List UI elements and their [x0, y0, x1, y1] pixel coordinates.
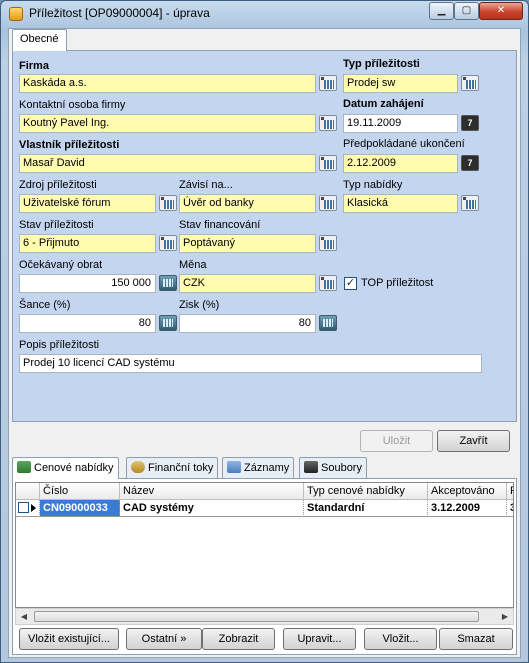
table-row-nazev[interactable]: CAD systémy — [120, 500, 304, 517]
show-button[interactable]: Zobrazit — [202, 628, 275, 650]
zisk-field[interactable]: 80 — [179, 314, 316, 333]
popis-field[interactable]: Prodej 10 licencí CAD systému — [19, 354, 482, 373]
sance-calculator-icon[interactable] — [159, 315, 177, 331]
zdroj-field[interactable]: Uživatelské fórum — [19, 194, 156, 213]
title-bar: Příležitost [OP09000004] - úprava ▁ ▢ ✕ — [1, 1, 528, 27]
edit-button[interactable]: Upravit... — [283, 628, 356, 650]
datum-field[interactable]: 19.11.2009 — [343, 114, 458, 133]
money-flow-icon — [131, 461, 145, 473]
detail-section: Cenové nabídky Finanční toky Záznamy Sou… — [9, 457, 520, 657]
horizontal-scrollbar[interactable]: ◀ ▶ — [15, 608, 514, 625]
zavisi-label: Závisí na... — [179, 179, 233, 191]
insert-button[interactable]: Vložit... — [364, 628, 437, 650]
stav-picker-icon[interactable] — [159, 235, 177, 251]
window-title: Příležitost [OP09000004] - úprava — [29, 6, 210, 20]
zavisi-field[interactable]: Úvěr od banky — [179, 194, 316, 213]
typ-label: Typ příležitosti — [343, 58, 420, 70]
financovani-label: Stav financování — [179, 219, 261, 231]
mena-field[interactable]: CZK — [179, 274, 316, 293]
general-panel: Firma Kaskáda a.s. Kontaktní osoba firmy… — [12, 50, 517, 422]
scroll-right-icon[interactable]: ▶ — [498, 610, 512, 623]
tab-cenove-nabidky[interactable]: Cenové nabídky — [12, 457, 119, 479]
window: Příležitost [OP09000004] - úprava ▁ ▢ ✕ … — [0, 0, 529, 663]
close-button[interactable]: ✕ — [479, 2, 523, 20]
grid-header-select — [16, 483, 40, 500]
offers-grid[interactable]: Číslo Název Typ cenové nabídky Akceptová… — [15, 482, 514, 608]
obrat-calculator-icon[interactable] — [159, 275, 177, 291]
close-form-button[interactable]: Zavřít — [437, 430, 510, 452]
firma-picker-icon[interactable] — [319, 75, 337, 91]
stav-label: Stav příležitosti — [19, 219, 94, 231]
grid-header-cislo[interactable]: Číslo — [40, 483, 120, 500]
popis-label: Popis příležitosti — [19, 339, 100, 351]
minimize-button[interactable]: ▁ — [429, 2, 454, 20]
stav-field[interactable]: 6 - Přijmuto — [19, 234, 156, 253]
grid-header-nazev[interactable]: Název — [120, 483, 304, 500]
table-row-select[interactable] — [16, 500, 40, 517]
save-button[interactable]: Uložit — [360, 430, 433, 452]
typ-picker-icon[interactable] — [461, 75, 479, 91]
table-row-p[interactable]: 3 — [507, 500, 513, 517]
financovani-picker-icon[interactable] — [319, 235, 337, 251]
records-icon — [227, 461, 241, 473]
ukonceni-calendar-icon[interactable]: 7 — [461, 155, 479, 171]
ukonceni-field[interactable]: 2.12.2009 — [343, 154, 458, 173]
sance-field[interactable]: 80 — [19, 314, 156, 333]
client-area: Obecné Firma Kaskáda a.s. Kontaktní osob… — [8, 28, 521, 658]
delete-button[interactable]: Smazat — [439, 628, 513, 650]
table-row-cislo[interactable]: CN09000033 — [40, 500, 120, 517]
vlastnik-picker-icon[interactable] — [319, 155, 337, 171]
grid-header-typ[interactable]: Typ cenové nabídky — [304, 483, 428, 500]
zavisi-picker-icon[interactable] — [319, 195, 337, 211]
datum-calendar-icon[interactable]: 7 — [461, 115, 479, 131]
zdroj-label: Zdroj příležitosti — [19, 179, 97, 191]
maximize-button[interactable]: ▢ — [454, 2, 479, 20]
vlastnik-field[interactable]: Masař David — [19, 154, 316, 173]
tab-soubory[interactable]: Soubory — [299, 457, 367, 478]
kontakt-label: Kontaktní osoba firmy — [19, 99, 126, 111]
obrat-label: Očekávaný obrat — [19, 259, 103, 271]
datum-label: Datum zahájení — [343, 98, 424, 110]
nabidka-label: Typ nabídky — [343, 179, 403, 191]
kontakt-field[interactable]: Koutný Pavel Ing. — [19, 114, 316, 133]
table-row-akceptovano[interactable]: 3.12.2009 — [428, 500, 507, 517]
financovani-field[interactable]: Poptávaný — [179, 234, 316, 253]
vlastnik-label: Vlastník příležitosti — [19, 139, 120, 151]
ukonceni-label: Předpokládané ukončení — [343, 138, 465, 150]
zisk-calculator-icon[interactable] — [319, 315, 337, 331]
top-checkbox[interactable]: ✓ — [344, 277, 357, 290]
top-label: TOP příležitost — [361, 277, 434, 289]
firma-field[interactable]: Kaskáda a.s. — [19, 74, 316, 93]
top-tabs: Obecné — [9, 29, 520, 51]
sance-label: Šance (%) — [19, 299, 71, 311]
zisk-label: Zisk (%) — [179, 299, 220, 311]
nabidka-picker-icon[interactable] — [461, 195, 479, 211]
obrat-field[interactable]: 150 000 — [19, 274, 156, 293]
mena-label: Měna — [179, 259, 207, 271]
table-row-typ[interactable]: Standardní — [304, 500, 428, 517]
other-button[interactable]: Ostatní » — [126, 628, 202, 650]
files-icon — [304, 461, 318, 473]
mena-picker-icon[interactable] — [319, 275, 337, 291]
grid-header-p[interactable]: P — [507, 483, 513, 500]
nabidka-field[interactable]: Klasická — [343, 194, 458, 213]
row-pointer-icon — [31, 504, 36, 512]
zdroj-picker-icon[interactable] — [159, 195, 177, 211]
app-icon — [9, 7, 23, 21]
tab-obecne[interactable]: Obecné — [12, 29, 67, 51]
scroll-thumb[interactable] — [34, 611, 479, 622]
firma-label: Firma — [19, 60, 49, 72]
typ-field[interactable]: Prodej sw — [343, 74, 458, 93]
tab-financni-toky[interactable]: Finanční toky — [126, 457, 219, 478]
insert-existing-button[interactable]: Vložit existující... — [19, 628, 119, 650]
grid-header-akceptovano[interactable]: Akceptováno — [428, 483, 507, 500]
price-offer-icon — [17, 461, 31, 473]
row-checkbox[interactable] — [18, 502, 29, 513]
tab-zaznamy[interactable]: Záznamy — [222, 457, 295, 478]
kontakt-picker-icon[interactable] — [319, 115, 337, 131]
scroll-left-icon[interactable]: ◀ — [17, 610, 31, 623]
